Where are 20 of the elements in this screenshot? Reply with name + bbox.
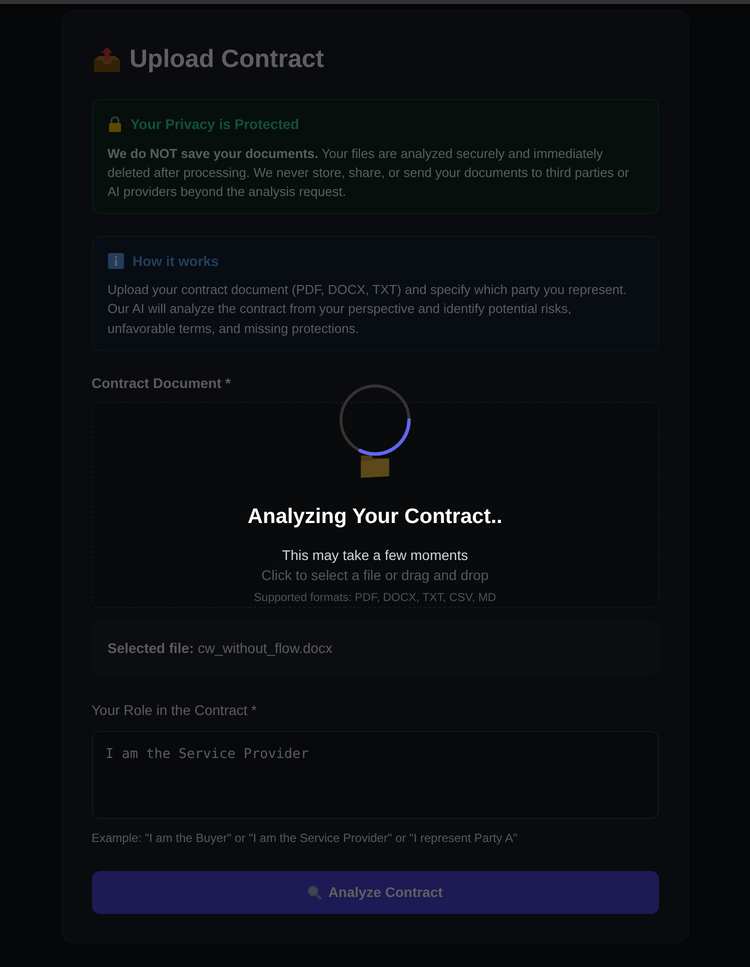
page-title: Upload Contract	[130, 44, 324, 75]
dropzone-prompt: Click to select a file or drag and drop	[261, 566, 489, 585]
upload-tray-icon	[92, 46, 122, 74]
role-input[interactable]: I am the Service Provider	[92, 731, 658, 819]
field-label: Your Role in the Contract *	[92, 701, 258, 720]
info-title: How it works	[132, 252, 219, 270]
spinner-icon	[338, 383, 412, 458]
notice-title: Your Privacy is Protected	[130, 114, 300, 134]
magnifier-icon	[307, 885, 322, 900]
overlay-subtitle: This may take a few moments	[282, 546, 468, 565]
dropzone-formats: Supported formats: PDF, DOCX, TXT, CSV, MD	[254, 590, 496, 606]
overlay-title: Analyzing Your Contract..	[248, 504, 502, 530]
info-icon	[108, 253, 124, 269]
analyze-button[interactable]: Analyze Contract	[92, 871, 658, 914]
role-hint: Example: "I am the Buyer" or "I am the Service Provider" or "I represent Party A"	[92, 830, 518, 847]
field-label: Contract Document *	[92, 374, 232, 393]
info-text: Upload your contract document (PDF, DOCX, TXT) and specify which party you represent. Our AI will analyze the contract from your perspective and identify potential risks, unfavorable terms, and missing protections.	[108, 280, 628, 338]
selected-file-text: Selected file: cw_without_flow.docx	[108, 638, 332, 658]
notice-text: We do NOT save your documents. Your files are analyzed securely and immediately deleted after processing. We never store, share, or send your documents to third parties or AI providers beyond the analysis request.	[108, 144, 630, 200]
lock-icon	[108, 116, 122, 132]
